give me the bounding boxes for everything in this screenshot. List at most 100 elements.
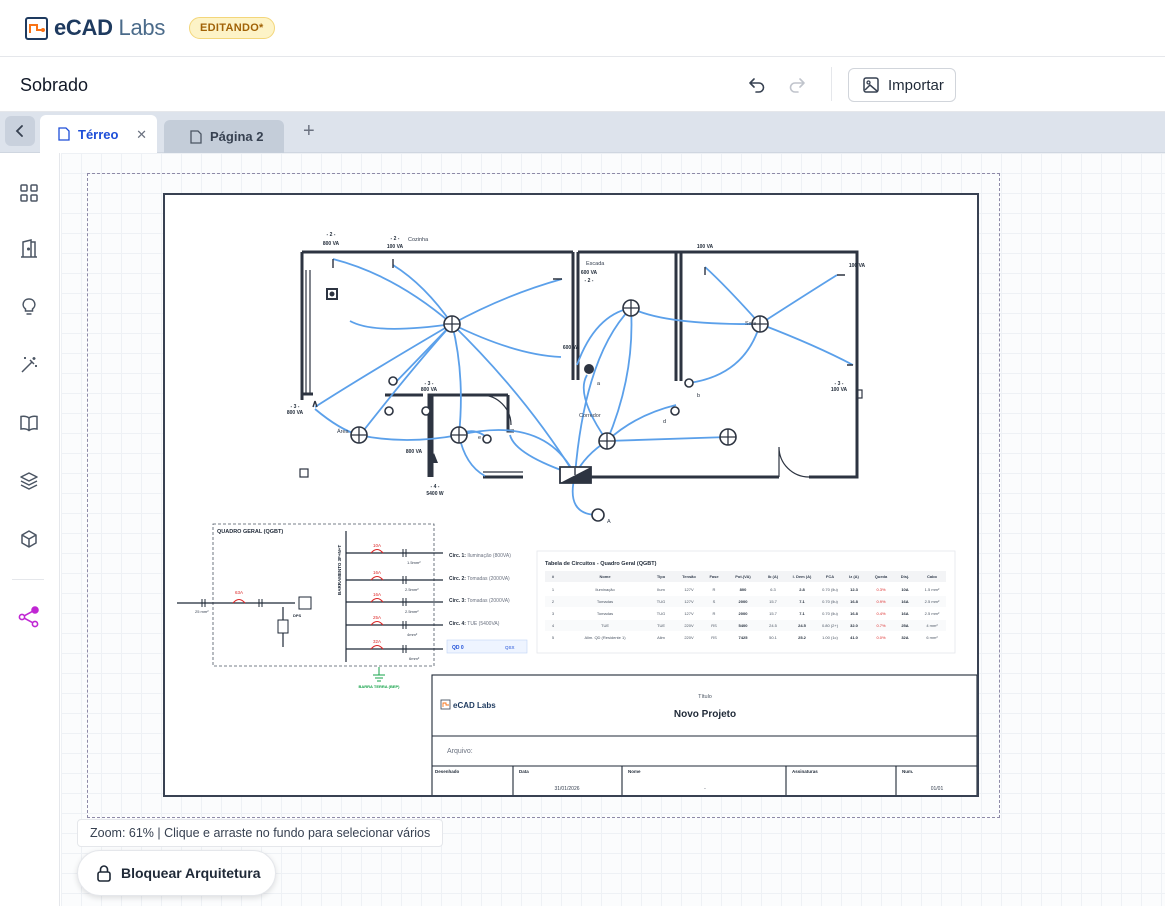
svg-text:I. Dem (A): I. Dem (A) — [793, 574, 812, 579]
table-cell: 16.8 — [850, 611, 859, 616]
table-cell: Alim. QD (Residente 1) — [584, 635, 626, 640]
svg-text:BARRA TERRA (BEP): BARRA TERRA (BEP) — [358, 684, 400, 689]
svg-text:16A: 16A — [373, 592, 381, 597]
drawing-canvas[interactable]: Cozinha Escada Sala Área Corredor A - 2 … — [61, 153, 1165, 906]
table-cell: 16.8 — [850, 599, 859, 604]
svg-text:Iz (A): Iz (A) — [849, 574, 859, 579]
project-title[interactable]: Sobrado — [20, 75, 88, 96]
svg-text:Área: Área — [337, 428, 350, 435]
table-cell: 4 mm² — [926, 623, 938, 628]
table-cell: TUG — [657, 599, 665, 604]
lock-architecture-button[interactable]: Bloquear Arquitetura — [77, 850, 276, 896]
svg-text:FCA: FCA — [826, 574, 834, 579]
svg-text:Circ. 2: Tomadas (2000VA): Circ. 2: Tomadas (2000VA) — [449, 576, 510, 582]
svg-text:Nome: Nome — [628, 769, 641, 774]
svg-text:- 2 -: - 2 - — [585, 278, 594, 284]
svg-text:16A: 16A — [373, 570, 381, 575]
svg-text:4mm²: 4mm² — [407, 632, 418, 637]
table-cell: 41.0 — [850, 635, 859, 640]
table-cell: 25.2 — [798, 635, 807, 640]
title-block — [431, 674, 977, 795]
table-cell: 15.7 — [769, 599, 778, 604]
table-cell: 0.7% — [876, 623, 886, 628]
add-page-button[interactable]: + — [303, 120, 315, 143]
share-nodes-icon[interactable] — [17, 605, 41, 629]
table-cell: RS — [711, 623, 717, 628]
svg-text:Data: Data — [519, 769, 529, 774]
svg-text:Desenhado: Desenhado — [435, 769, 460, 774]
magic-wand-icon[interactable] — [17, 353, 41, 377]
svg-text:600 VA: 600 VA — [581, 270, 598, 276]
svg-text:Título: Título — [698, 694, 712, 700]
svg-text:Arquivo:: Arquivo: — [447, 748, 473, 755]
redo-button[interactable] — [785, 73, 809, 97]
title-block-logo — [440, 699, 451, 710]
svg-text:Cozinha: Cozinha — [408, 237, 429, 243]
table-cell: 127V — [684, 611, 694, 616]
page-icon — [58, 127, 70, 141]
zoom-hint: Zoom: 61% | Clique e arraste no fundo pa… — [77, 819, 444, 847]
undo-icon — [749, 78, 765, 93]
book-icon[interactable] — [17, 411, 41, 435]
svg-text:Nome: Nome — [599, 574, 611, 579]
table-cell: 16A — [901, 599, 908, 604]
panel-diagram: QUADRO GERAL (QGBT) 63A 25 mm² DPS BARRA… — [177, 523, 528, 689]
app-header: eCAD Labs EDITANDO* — [0, 0, 1165, 57]
table-cell: 220V — [684, 635, 694, 640]
close-icon[interactable]: ✕ — [136, 127, 147, 143]
project-toolbar: Sobrado Importar — [0, 57, 1165, 112]
svg-text:800 VA: 800 VA — [421, 387, 438, 393]
table-cell: 0.4% — [876, 611, 886, 616]
table-cell: 2000 — [739, 599, 749, 604]
tab-label: Térreo — [78, 126, 119, 142]
table-cell: 12.3 — [850, 587, 859, 592]
lightbulb-icon[interactable] — [17, 295, 41, 319]
table-cell: 0.3% — [876, 587, 886, 592]
svg-text:b: b — [697, 393, 700, 399]
svg-text:Tipo: Tipo — [657, 574, 666, 579]
table-cell: 1.5 mm² — [925, 587, 940, 592]
svg-text:31/01/2026: 31/01/2026 — [554, 786, 579, 792]
svg-text:Tensão: Tensão — [682, 574, 696, 579]
collapse-tabs-button[interactable] — [5, 116, 35, 146]
table-cell: TUG — [657, 611, 665, 616]
drawing-sheet[interactable]: Cozinha Escada Sala Área Corredor A - 2 … — [163, 193, 979, 797]
status-badge: EDITANDO* — [189, 17, 275, 39]
tab-label: Página 2 — [210, 129, 264, 144]
svg-text:Queda: Queda — [875, 574, 888, 579]
grid-icon[interactable] — [17, 181, 41, 205]
sidebar-divider — [12, 579, 44, 580]
import-button[interactable]: Importar — [848, 68, 956, 102]
table-cell: 25A — [901, 623, 908, 628]
svg-text:Fase: Fase — [709, 574, 719, 579]
table-cell: R — [713, 611, 716, 616]
table-cell: 0.0% — [876, 635, 886, 640]
tab-pagina-2[interactable]: Página 2 — [164, 120, 284, 153]
svg-text:DPS: DPS — [293, 613, 302, 618]
table-cell: 7.1 — [799, 611, 805, 616]
svg-text:Num.: Num. — [902, 769, 913, 774]
svg-text:eCAD Labs: eCAD Labs — [453, 701, 496, 710]
layers-icon[interactable] — [17, 469, 41, 493]
svg-text:800 VA: 800 VA — [287, 410, 304, 416]
table-cell: TUE — [601, 623, 609, 628]
table-cell: 127V — [684, 587, 694, 592]
table-cell: Tomadas — [597, 599, 613, 604]
table-cell: Iluminação — [595, 587, 615, 592]
cube-icon[interactable] — [17, 527, 41, 551]
svg-text:100 VA: 100 VA — [849, 263, 866, 269]
svg-text:800 VA: 800 VA — [323, 241, 340, 247]
door-icon[interactable] — [17, 237, 41, 261]
table-cell: 1.00 (1c) — [822, 635, 838, 640]
brand-name: eCAD Labs — [54, 15, 166, 40]
svg-text:63A: 63A — [235, 590, 243, 595]
svg-text:100 VA: 100 VA — [387, 244, 404, 250]
circuit-table: Tabela de Circuitos - Quadro Geral (QGBT… — [536, 550, 956, 654]
svg-text:Corredor: Corredor — [579, 413, 601, 419]
tab-terreo[interactable]: Térreo ✕ — [40, 115, 157, 153]
svg-text:600 VA: 600 VA — [563, 345, 580, 351]
svg-text:a: a — [597, 381, 601, 387]
undo-button[interactable] — [745, 73, 769, 97]
app-logo[interactable]: eCAD Labs — [25, 15, 165, 41]
table-cell: 800 — [740, 587, 747, 592]
